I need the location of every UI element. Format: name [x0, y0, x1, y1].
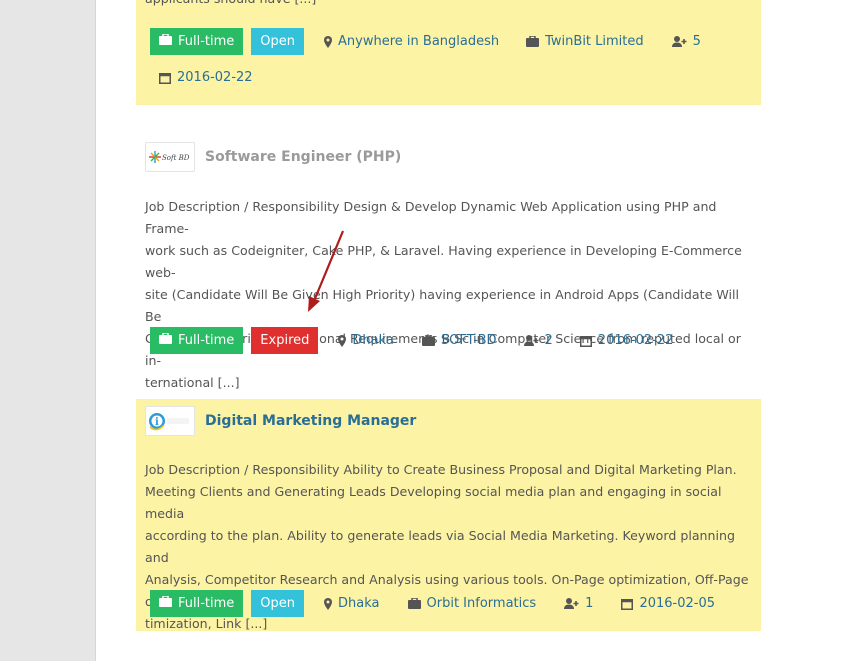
- briefcase-icon: [159, 33, 172, 49]
- job-listing-1: applicants should have [...] Full-time O…: [136, 0, 761, 105]
- fulltime-label: Full-time: [178, 333, 235, 348]
- job-meta-row: Full-time Open Anywhere in Bangladesh Tw…: [150, 28, 701, 55]
- job-date[interactable]: 2016-02-22: [159, 70, 253, 85]
- fulltime-badge[interactable]: Full-time: [150, 590, 244, 617]
- company-logo[interactable]: i: [145, 406, 195, 436]
- job-header: i Digital Marketing Manager: [145, 406, 416, 436]
- description-line: site (Candidate Will Be Given High Prior…: [145, 287, 739, 324]
- date-text: 2016-02-22: [597, 333, 674, 348]
- job-description: applicants should have [...]: [145, 0, 749, 10]
- job-title[interactable]: Software Engineer (PHP): [205, 149, 401, 165]
- location-text: Dhaka: [352, 333, 394, 348]
- description-line: work such as Codeigniter, Cake PHP, & La…: [145, 243, 742, 280]
- job-listing-2: Soft BD Software Engineer (PHP) Job Desc…: [136, 136, 761, 390]
- company-text: TwinBit Limited: [545, 34, 644, 49]
- briefcase-icon: [159, 595, 172, 611]
- briefcase-icon: [526, 36, 540, 47]
- job-company[interactable]: TwinBit Limited: [526, 34, 644, 49]
- location-text: Anywhere in Bangladesh: [338, 34, 500, 49]
- fulltime-label: Full-time: [178, 596, 235, 611]
- job-listing-3: i Digital Marketing Manager Job Descript…: [136, 399, 761, 631]
- job-applicants[interactable]: 5: [671, 34, 701, 49]
- briefcase-icon: [421, 335, 435, 346]
- company-text: Orbit Informatics: [426, 596, 537, 611]
- status-badge: Open: [251, 28, 305, 55]
- job-location[interactable]: Dhaka: [324, 596, 380, 611]
- company-logo[interactable]: Soft BD: [145, 142, 195, 172]
- briefcase-icon: [407, 598, 421, 609]
- job-location[interactable]: Anywhere in Bangladesh: [324, 34, 499, 49]
- applicants-count: 1: [585, 596, 594, 611]
- description-line: Job Description / Responsibility Ability…: [145, 462, 737, 477]
- left-gutter: [0, 0, 96, 661]
- job-description: Job Description / Responsibility Design …: [145, 196, 749, 394]
- job-applicants[interactable]: 2: [523, 333, 553, 348]
- job-location[interactable]: Dhaka: [338, 333, 394, 348]
- job-meta-row: Full-time Open Dhaka Orbit Informatics 1…: [150, 590, 715, 617]
- status-badge: Expired: [251, 327, 319, 354]
- svg-text:Soft BD: Soft BD: [162, 154, 190, 162]
- calendar-icon: [621, 598, 634, 610]
- user-plus-icon: [523, 335, 539, 346]
- description-line: ternational [...]: [145, 375, 240, 390]
- job-date[interactable]: 2016-02-05: [621, 596, 715, 611]
- location-text: Dhaka: [338, 596, 380, 611]
- briefcase-icon: [159, 332, 172, 348]
- job-company[interactable]: Orbit Informatics: [407, 596, 537, 611]
- description-line: according to the plan. Ability to genera…: [145, 528, 735, 565]
- fulltime-label: Full-time: [178, 34, 235, 49]
- company-text: SOFT-BD: [440, 333, 497, 348]
- fulltime-badge[interactable]: Full-time: [150, 327, 244, 354]
- job-meta-row: Full-time Expired Dhaka SOFT-BD 2 2016-0…: [150, 327, 673, 354]
- softbd-logo-icon: Soft BD: [149, 151, 190, 163]
- job-applicants[interactable]: 1: [564, 596, 593, 611]
- orbit-logo-icon: i: [149, 413, 189, 431]
- calendar-icon: [159, 72, 171, 84]
- job-company[interactable]: SOFT-BD: [421, 333, 497, 348]
- job-date-row: 2016-02-22: [145, 64, 253, 91]
- job-header: Soft BD Software Engineer (PHP): [145, 142, 401, 172]
- map-marker-icon: [324, 597, 333, 610]
- map-marker-icon: [324, 35, 333, 48]
- user-plus-icon: [671, 36, 687, 47]
- job-date[interactable]: 2016-02-22: [579, 333, 674, 348]
- date-text: 2016-02-05: [639, 596, 716, 611]
- job-title[interactable]: Digital Marketing Manager: [205, 413, 416, 429]
- map-marker-icon: [338, 334, 347, 347]
- description-line: Job Description / Responsibility Design …: [145, 199, 717, 236]
- status-badge: Open: [251, 590, 305, 617]
- applicants-count: 5: [692, 34, 701, 49]
- description-line: Meeting Clients and Generating Leads Dev…: [145, 484, 722, 521]
- calendar-icon: [579, 335, 592, 347]
- date-text: 2016-02-22: [177, 70, 253, 85]
- svg-text:i: i: [155, 417, 159, 428]
- user-plus-icon: [564, 598, 579, 609]
- applicants-count: 2: [544, 333, 553, 348]
- fulltime-badge[interactable]: Full-time: [150, 28, 244, 55]
